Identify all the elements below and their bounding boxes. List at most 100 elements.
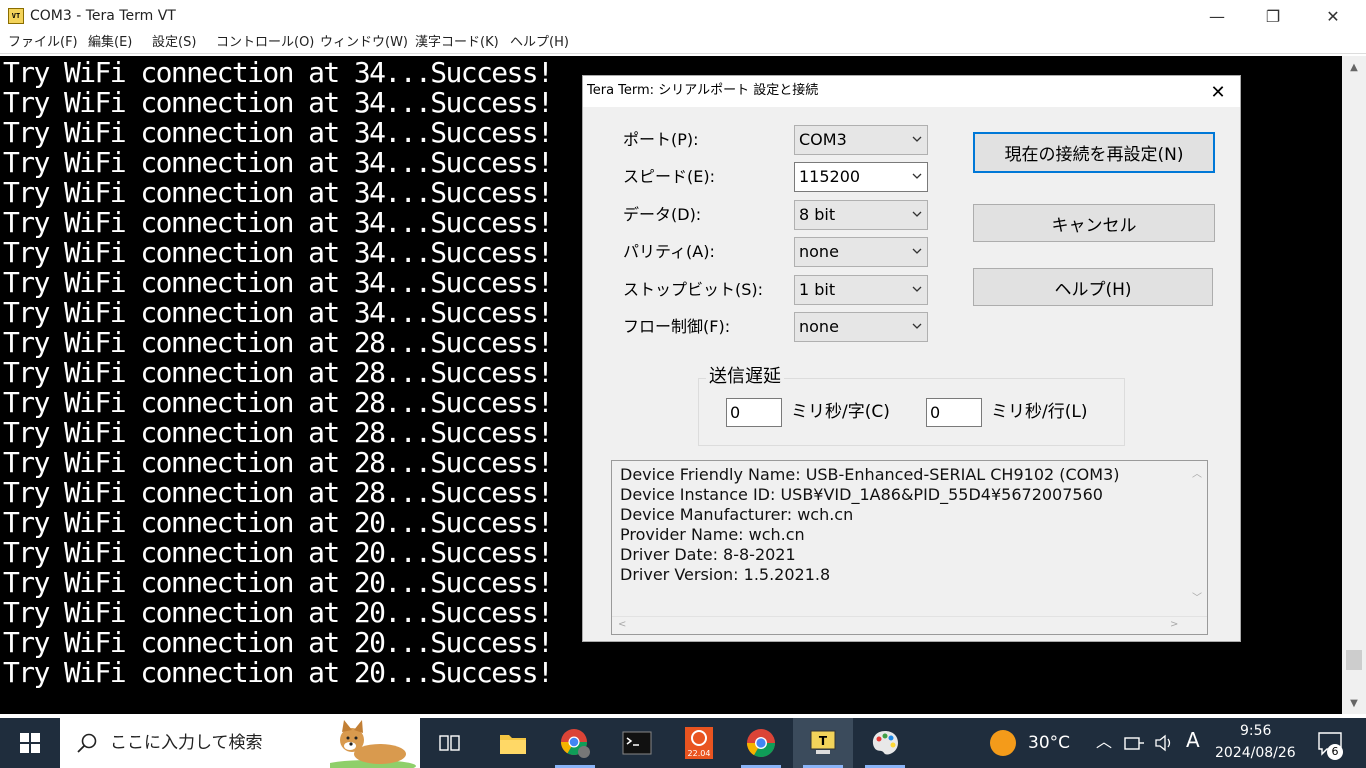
search-icon [77, 733, 97, 753]
device-instance-id: Device Instance ID: USB¥VID_1A86&PID_55D… [620, 485, 1103, 504]
scroll-left-arrow-icon[interactable]: < [618, 619, 626, 630]
line-delay-input[interactable] [926, 398, 982, 427]
char-delay-unit: ミリ秒/字(C) [791, 402, 890, 422]
parity-value: none [799, 242, 839, 261]
terminal-line: Try WiFi connection at 28...Success! [3, 446, 554, 479]
terminal-line: Try WiFi connection at 34...Success! [3, 296, 554, 329]
chevron-down-icon [912, 323, 922, 329]
dialog-title: Tera Term: シリアルポート 設定と接続 [587, 83, 819, 98]
taskbar-file-explorer[interactable] [483, 718, 543, 768]
flow-control-value: none [799, 317, 839, 336]
char-delay-input[interactable] [726, 398, 782, 427]
dog-illustration-icon [330, 720, 416, 768]
reset-connection-button[interactable]: 現在の接続を再設定(N) [973, 132, 1215, 173]
scroll-right-arrow-icon[interactable]: > [1170, 619, 1178, 630]
weather-temperature[interactable]: 30°C [1028, 733, 1070, 753]
stop-bits-select[interactable]: 1 bit [794, 275, 928, 305]
taskbar-tera-term[interactable]: T [793, 718, 853, 768]
scroll-up-arrow-icon[interactable]: ︿ [1192, 465, 1202, 480]
terminal-line: Try WiFi connection at 28...Success! [3, 416, 554, 449]
speed-value: 115200 [799, 167, 861, 186]
parity-label: パリティ(A): [623, 242, 715, 261]
parity-select[interactable]: none [794, 237, 928, 267]
terminal-line: Try WiFi connection at 20...Success! [3, 656, 554, 689]
maximize-button[interactable]: ❐ [1250, 0, 1296, 32]
task-view-button[interactable] [420, 718, 480, 768]
terminal-line: Try WiFi connection at 34...Success! [3, 116, 554, 149]
volume-icon[interactable] [1154, 734, 1176, 752]
speed-select[interactable]: 115200 [794, 162, 928, 192]
minimize-button[interactable]: — [1194, 0, 1240, 32]
weather-sun-icon[interactable] [990, 730, 1016, 756]
terminal-line: Try WiFi connection at 34...Success! [3, 266, 554, 299]
transmit-delay-legend: 送信遅延 [706, 367, 784, 387]
clock-date[interactable]: 2024/08/26 [1215, 744, 1296, 762]
ime-indicator[interactable]: A [1186, 730, 1200, 750]
flow-control-select[interactable]: none [794, 312, 928, 342]
network-icon[interactable] [1124, 734, 1146, 752]
scroll-up-arrow-icon[interactable]: ▲ [1342, 56, 1366, 78]
chevron-down-icon [912, 211, 922, 217]
terminal-line: Try WiFi connection at 20...Success! [3, 626, 554, 659]
ubuntu-version-label: 22.04 [688, 749, 711, 758]
data-bits-select[interactable]: 8 bit [794, 200, 928, 230]
scroll-down-arrow-icon[interactable]: ▼ [1342, 692, 1366, 714]
terminal-line: Try WiFi connection at 28...Success! [3, 476, 554, 509]
menu-window[interactable]: ウィンドウ(W) [320, 34, 408, 52]
driver-version: Driver Version: 1.5.2021.8 [620, 565, 831, 584]
close-button[interactable]: ✕ [1310, 0, 1356, 32]
flow-control-label: フロー制御(F): [623, 317, 731, 336]
menu-file[interactable]: ファイル(F) [8, 34, 78, 52]
cancel-button[interactable]: キャンセル [973, 204, 1215, 242]
tera-term-app-icon[interactable]: VT [8, 8, 24, 24]
terminal-line: Try WiFi connection at 28...Success! [3, 326, 554, 359]
terminal-line: Try WiFi connection at 20...Success! [3, 596, 554, 629]
ubuntu-icon: 22.04 [685, 727, 713, 759]
taskbar-terminal[interactable] [607, 718, 667, 768]
menu-edit[interactable]: 編集(E) [88, 34, 132, 52]
tera-term-icon: T [810, 730, 836, 754]
menu-kanji-code[interactable]: 漢字コード(K) [415, 34, 499, 52]
chevron-down-icon [912, 136, 922, 142]
menu-setup[interactable]: 設定(S) [152, 34, 196, 52]
menu-control[interactable]: コントロール(O) [216, 34, 314, 52]
taskbar-paint[interactable] [855, 718, 915, 768]
data-bits-value: 8 bit [799, 205, 836, 224]
help-button[interactable]: ヘルプ(H) [973, 268, 1213, 306]
terminal-line: Try WiFi connection at 34...Success! [3, 236, 554, 269]
terminal-line: Try WiFi connection at 20...Success! [3, 506, 554, 539]
taskbar-chrome[interactable] [731, 718, 791, 768]
device-manufacturer: Device Manufacturer: wch.cn [620, 505, 854, 524]
line-delay-unit: ミリ秒/行(L) [991, 402, 1088, 422]
info-vertical-scrollbar[interactable]: ︿ ﹀ [1187, 461, 1207, 615]
taskbar-chrome-profile[interactable] [545, 718, 605, 768]
dialog-close-button[interactable]: ✕ [1195, 79, 1241, 105]
device-friendly-name: Device Friendly Name: USB-Enhanced-SERIA… [620, 465, 1120, 484]
terminal-line: Try WiFi connection at 34...Success! [3, 86, 554, 119]
menu-bar: ファイル(F) 編集(E) 設定(S) コントロール(O) ウィンドウ(W) 漢… [0, 32, 1366, 54]
taskbar-ubuntu[interactable]: 22.04 [669, 718, 729, 768]
dialog-title-bar[interactable]: Tera Term: シリアルポート 設定と接続 ✕ [583, 76, 1240, 107]
chevron-down-icon [912, 173, 922, 179]
port-select[interactable]: COM3 [794, 125, 928, 155]
chevron-down-icon [912, 286, 922, 292]
task-view-icon [439, 735, 460, 751]
speed-label: スピード(E): [623, 167, 715, 186]
menu-help[interactable]: ヘルプ(H) [510, 34, 569, 52]
clock-time[interactable]: 9:56 [1240, 722, 1271, 740]
terminal-scrollbar[interactable]: ▲ ▼ [1342, 56, 1366, 714]
port-value: COM3 [799, 130, 847, 149]
start-button[interactable] [0, 718, 60, 768]
terminal-line: Try WiFi connection at 34...Success! [3, 146, 554, 179]
scroll-down-arrow-icon[interactable]: ﹀ [1192, 589, 1202, 604]
search-box[interactable]: ここに入力して検索 [60, 718, 420, 768]
show-hidden-icons-chevron-icon[interactable]: ︿ [1096, 732, 1112, 752]
driver-date: Driver Date: 8-8-2021 [620, 545, 796, 564]
terminal-line: Try WiFi connection at 20...Success! [3, 566, 554, 599]
scrollbar-thumb[interactable] [1346, 650, 1362, 670]
taskbar: ここに入力して検索 22.04 T 30°C ︿ A 9:56 2024/08/… [0, 718, 1366, 768]
port-label: ポート(P): [623, 130, 699, 149]
device-info-box[interactable]: Device Friendly Name: USB-Enhanced-SERIA… [611, 460, 1208, 635]
title-bar[interactable]: VT COM3 - Tera Term VT — ❐ ✕ [0, 0, 1366, 32]
info-horizontal-scrollbar[interactable]: < > [612, 616, 1207, 634]
